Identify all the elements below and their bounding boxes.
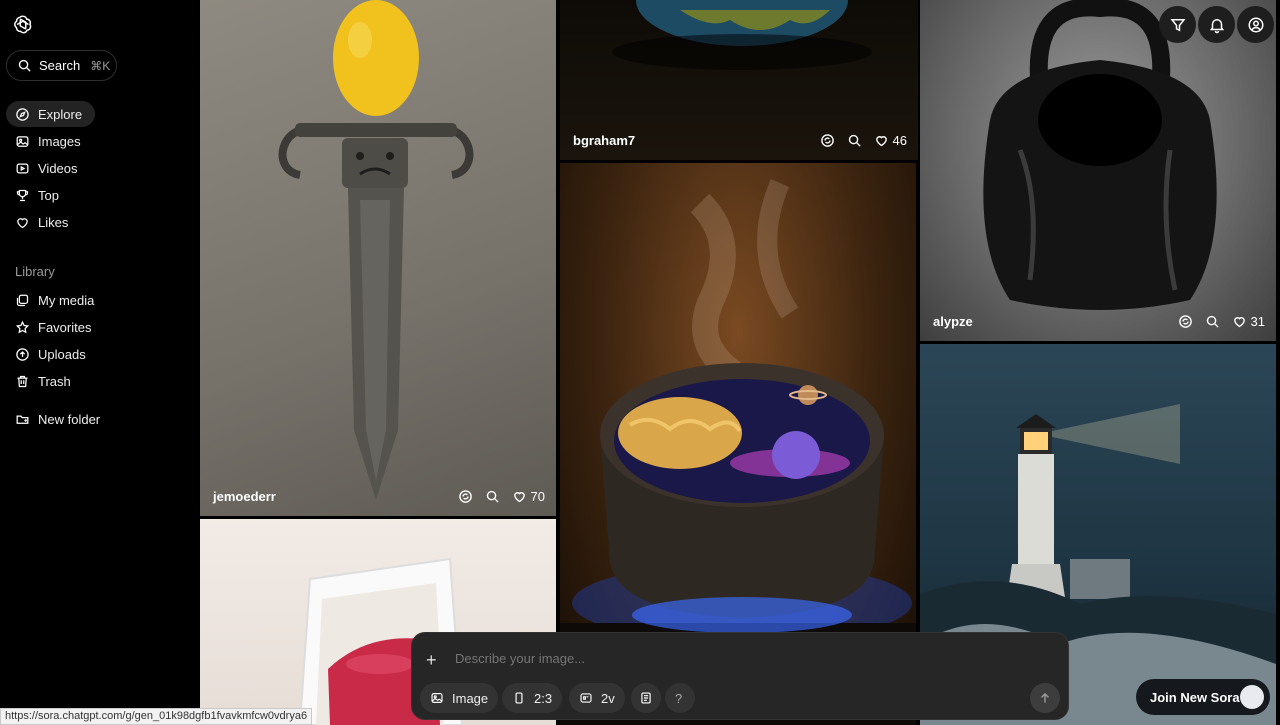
like-button[interactable]: 46 [874, 133, 907, 148]
tile-meta: bgraham7 46 [560, 120, 918, 160]
library-item-label: My media [38, 292, 95, 308]
remix-button[interactable] [820, 133, 835, 148]
type-chip[interactable]: Image [420, 683, 499, 713]
like-count: 70 [530, 488, 545, 504]
portrait-icon [515, 692, 523, 704]
tile-author[interactable]: bgraham7 [573, 133, 808, 148]
heart-icon [1233, 316, 1245, 327]
nav-item-label: Top [38, 187, 59, 203]
search-icon [486, 490, 499, 503]
zoom-button[interactable] [847, 133, 862, 148]
nav-item-label: Explore [38, 106, 83, 122]
trophy-icon [16, 189, 29, 201]
type-chip-label: Image [452, 690, 489, 706]
zoom-button[interactable] [1205, 314, 1220, 329]
join-label: Join New Sora [1150, 689, 1240, 705]
new-folder-label: New folder [38, 411, 101, 427]
aspect-ratio-label: 2:3 [534, 690, 553, 706]
library-heading: Library [15, 264, 55, 279]
filter-icon [1169, 18, 1186, 31]
notifications-button[interactable] [1198, 6, 1235, 43]
nav-item-label: Images [38, 133, 81, 149]
remix-button[interactable] [458, 489, 473, 504]
help-button[interactable]: ? [665, 683, 695, 713]
nav-item-videos[interactable]: Videos [6, 155, 91, 181]
send-button[interactable] [1030, 683, 1060, 713]
search-shortcut: ⌘K [90, 58, 111, 73]
nav-item-explore[interactable]: Explore [6, 101, 96, 127]
trash-icon [17, 375, 28, 387]
new-folder-button[interactable]: New folder [6, 406, 113, 432]
nav-item-label: Likes [38, 214, 69, 230]
document-icon [641, 692, 651, 704]
tile-meta: alypze 31 [920, 301, 1276, 341]
nav-item-top[interactable]: Top [6, 182, 72, 208]
library-item-label: Favorites [38, 319, 92, 335]
profile-button[interactable] [1237, 6, 1274, 43]
remix-icon [458, 489, 472, 503]
openai-logo-icon[interactable] [12, 13, 34, 35]
search-icon [1206, 315, 1219, 328]
library-item-trash[interactable]: Trash [6, 368, 84, 394]
tile-author[interactable]: jemoederr [213, 489, 446, 504]
video-icon [16, 163, 29, 173]
feed-tile-bag[interactable]: alypze 31 [920, 0, 1276, 341]
search-button[interactable]: Search ⌘K [6, 50, 117, 81]
arrow-up-icon [1040, 692, 1050, 703]
library-item-label: Uploads [38, 346, 86, 362]
nav-item-label: Videos [38, 160, 78, 176]
remix-icon [1178, 314, 1192, 328]
image-icon [16, 135, 29, 147]
like-button[interactable]: 31 [1232, 314, 1265, 329]
image-icon [431, 693, 443, 703]
heart-icon [17, 217, 28, 228]
browser-status-url: https://sora.chatgpt.com/g/gen_01k98dgfb… [0, 708, 313, 725]
help-label: ? [675, 690, 683, 706]
compass-icon [16, 107, 29, 121]
variations-chip[interactable]: 2v [569, 683, 625, 713]
aspect-ratio-chip[interactable]: 2:3 [502, 683, 563, 713]
prompt-input[interactable] [455, 651, 1015, 666]
feed-tile-globe[interactable]: bgraham7 46 [560, 0, 918, 160]
library-item-favorites[interactable]: Favorites [6, 314, 104, 340]
sidebar: Search ⌘K Explore Images Videos Top Like… [0, 0, 199, 725]
tile-author[interactable]: alypze [933, 314, 1166, 329]
join-new-sora-button[interactable]: Join New Sora [1136, 679, 1270, 715]
tile-meta: jemoederr 70 [200, 476, 556, 516]
zoom-button[interactable] [485, 489, 500, 504]
nav-item-images[interactable]: Images [6, 128, 94, 154]
like-button[interactable]: 70 [512, 489, 545, 504]
library-item-uploads[interactable]: Uploads [6, 341, 99, 367]
avatar-icon [1248, 17, 1263, 32]
variations-label: 2v [601, 690, 615, 706]
library-item-label: Trash [38, 373, 71, 389]
library-item-my-media[interactable]: My media [6, 287, 107, 313]
folder-plus-icon [16, 414, 29, 424]
feed-tile-dagger[interactable]: jemoederr 70 [200, 0, 556, 516]
nav-item-likes[interactable]: Likes [6, 209, 81, 235]
upload-icon [16, 347, 29, 361]
heart-icon [875, 135, 887, 146]
composer: + Image 2:3 2v ? [411, 632, 1069, 720]
search-icon [848, 134, 861, 147]
star-icon [15, 320, 30, 333]
add-attachment-button[interactable]: + [426, 650, 437, 671]
ghost-mascot-icon [1240, 685, 1264, 709]
search-icon [18, 59, 31, 72]
remix-button[interactable] [1178, 314, 1193, 329]
remix-icon [820, 133, 834, 147]
heart-icon [513, 491, 525, 502]
media-icon [16, 294, 29, 306]
bell-icon [1209, 18, 1224, 33]
dagger-image [278, 0, 474, 500]
like-count: 31 [1250, 313, 1265, 329]
storyboard-button[interactable] [631, 683, 661, 713]
search-label: Search [39, 58, 81, 73]
bag-image [983, 0, 1217, 310]
filter-button[interactable] [1159, 6, 1196, 43]
variations-icon [580, 693, 592, 703]
like-count: 46 [892, 132, 907, 148]
